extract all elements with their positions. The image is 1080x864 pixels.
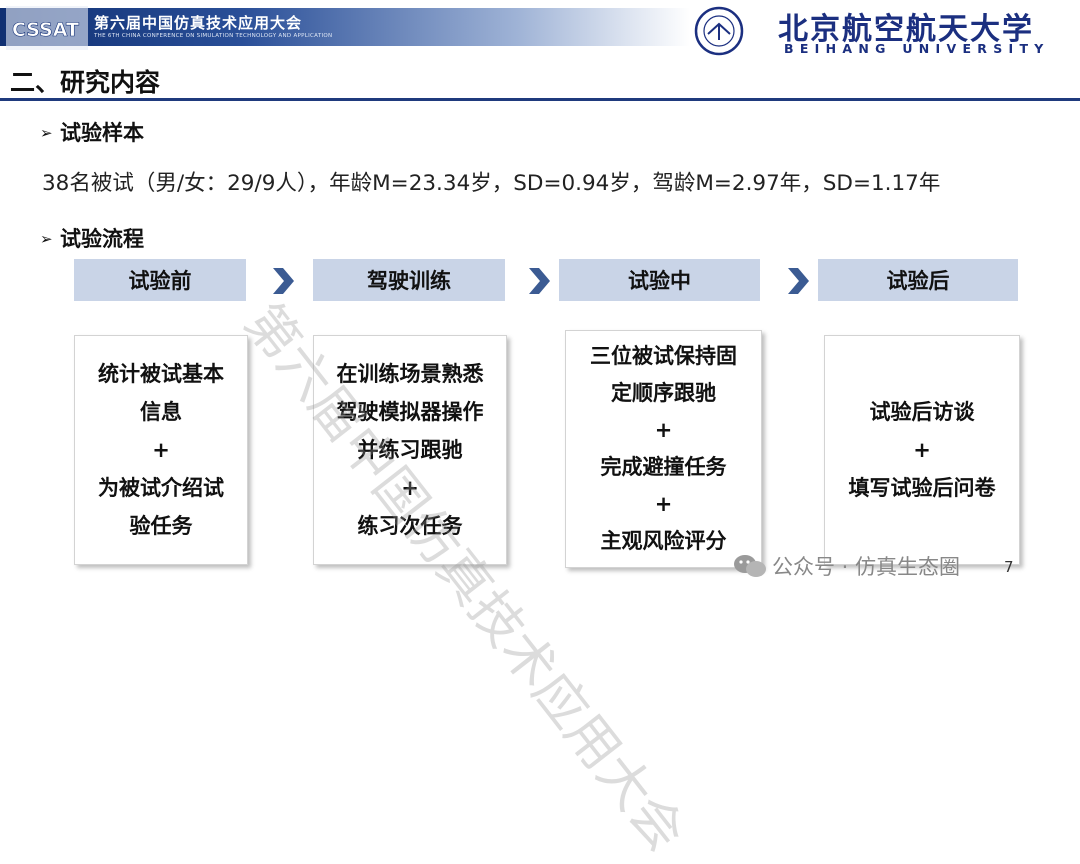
- step-3-header: 试验中: [559, 259, 760, 301]
- card-line: 并练习跟驰: [357, 438, 463, 462]
- card-line: +: [654, 492, 673, 516]
- section-title: 二、研究内容: [10, 68, 161, 97]
- card-line: 信息: [140, 400, 182, 424]
- sample-description: 38名被试（男/女：29/9人），年龄M=23.34岁，SD=0.94岁，驾龄M…: [42, 171, 941, 196]
- step-4-card: 试验后访谈 + 填写试验后问卷: [824, 335, 1020, 565]
- slide-header: CSSAT 第六届中国仿真技术应用大会 THE 6TH CHINA CONFER…: [0, 0, 1080, 60]
- card-line: 定顺序跟驰: [611, 381, 716, 405]
- card-line: +: [401, 476, 419, 500]
- card-line: 主观风险评分: [600, 529, 727, 553]
- card-line: 三位被试保持固: [590, 344, 737, 368]
- card-line: 为被试介绍试: [98, 476, 224, 500]
- card-line: 在训练场景熟悉: [336, 362, 484, 386]
- sample-heading: ➢ 试验样本: [40, 117, 144, 147]
- header-divider: [0, 98, 1080, 101]
- card-line: 试验后访谈: [869, 400, 975, 424]
- card-line: 驾驶模拟器操作: [336, 400, 484, 424]
- wechat-icon: [734, 555, 766, 577]
- conference-logo: CSSAT: [6, 6, 88, 50]
- chevron-right-icon: [273, 268, 294, 294]
- wechat-account-label: 公众号 · 仿真生态圈: [772, 555, 961, 579]
- process-heading-text: 试验流程: [60, 227, 144, 251]
- card-line: 验任务: [129, 514, 193, 538]
- logo-text: CSSAT: [12, 19, 79, 41]
- page-number: 7: [1004, 558, 1014, 576]
- card-line: 完成避撞任务: [600, 455, 727, 479]
- conference-title: 第六届中国仿真技术应用大会: [94, 14, 303, 32]
- conference-subtitle: THE 6TH CHINA CONFERENCE ON SIMULATION T…: [94, 33, 333, 39]
- bullet-arrow-icon: ➢: [40, 124, 53, 142]
- step-1-card: 统计被试基本 信息 + 为被试介绍试 验任务: [74, 335, 248, 565]
- chevron-right-icon: [788, 268, 809, 294]
- card-line: 练习次任务: [357, 514, 463, 538]
- step-4-header: 试验后: [818, 259, 1018, 301]
- card-line: 填写试验后问卷: [848, 476, 996, 500]
- card-line: 统计被试基本: [98, 362, 224, 386]
- chevron-right-icon: [529, 268, 550, 294]
- step-2-header: 驾驶训练: [313, 259, 505, 301]
- step-2-card: 在训练场景熟悉 驾驶模拟器操作 并练习跟驰 + 练习次任务: [313, 335, 507, 565]
- sample-heading-text: 试验样本: [60, 121, 144, 145]
- card-line: +: [152, 438, 170, 462]
- process-heading: ➢ 试验流程: [40, 223, 144, 253]
- university-seal-icon: [694, 6, 744, 56]
- card-line: +: [913, 438, 931, 462]
- university-name-en: BEIHANG UNIVERSITY: [784, 41, 1050, 56]
- step-3-card: 三位被试保持固 定顺序跟驰 + 完成避撞任务 + 主观风险评分: [565, 330, 762, 568]
- card-line: +: [654, 418, 673, 442]
- step-1-header: 试验前: [74, 259, 246, 301]
- bullet-arrow-icon: ➢: [40, 230, 53, 248]
